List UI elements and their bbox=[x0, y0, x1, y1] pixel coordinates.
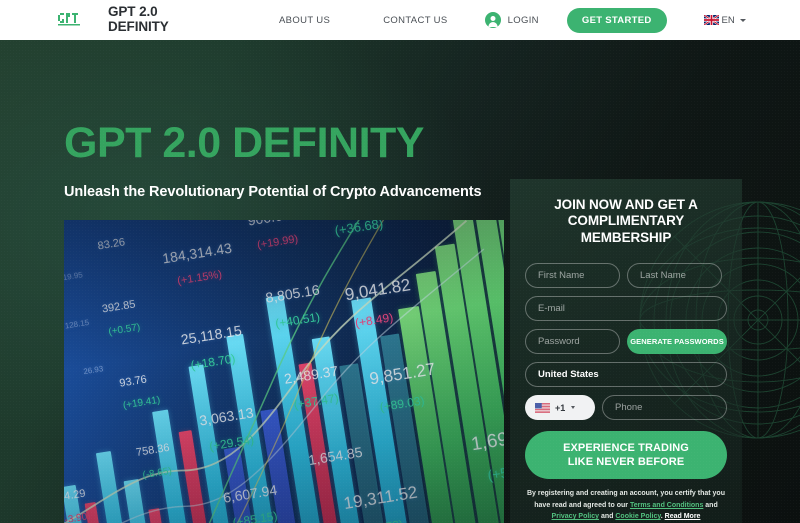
hero-section: GPT 2.0 DEFINITY Unleash the Revolutiona… bbox=[0, 40, 800, 523]
cookie-policy-link[interactable]: Cookie Policy bbox=[615, 513, 660, 520]
nav-about-us[interactable]: ABOUT US bbox=[279, 15, 330, 26]
signup-title: JOIN NOW AND GET A COMPLIMENTARY MEMBERS… bbox=[554, 197, 698, 245]
read-more-link[interactable]: Read More bbox=[665, 513, 701, 520]
country-row bbox=[525, 362, 727, 388]
country-code-select[interactable]: +1 bbox=[525, 395, 595, 421]
phone-row: +1 bbox=[525, 395, 727, 421]
signup-panel: JOIN NOW AND GET A COMPLIMENTARY MEMBERS… bbox=[510, 179, 742, 523]
nav-contact-us[interactable]: CONTACT US bbox=[383, 15, 447, 26]
generate-passwords-button[interactable]: GENERATE PASSWORDS bbox=[627, 329, 727, 355]
terms-and-conditions-link[interactable]: Terms and Conditions bbox=[630, 502, 703, 509]
site-header: GPT 2.0 DEFINITY ABOUT US CONTACT US LOG… bbox=[0, 0, 800, 40]
main-nav: ABOUT US CONTACT US LOGIN GET STARTED EN bbox=[279, 7, 746, 33]
trading-board-photo: 7,412.55 1,184.93 983.21 2,210.08 740.11… bbox=[64, 220, 504, 523]
brand-name: GPT 2.0 DEFINITY bbox=[108, 4, 169, 34]
first-name-input[interactable] bbox=[525, 263, 620, 289]
chevron-down-icon bbox=[571, 406, 576, 410]
password-input[interactable] bbox=[525, 329, 620, 355]
nav-login[interactable]: LOGIN bbox=[484, 12, 539, 28]
legal-line-3-mid: and bbox=[599, 513, 616, 521]
password-row: GENERATE PASSWORDS bbox=[525, 329, 727, 355]
chevron-down-icon bbox=[739, 18, 746, 22]
brand[interactable]: GPT 2.0 DEFINITY bbox=[58, 4, 186, 35]
page-subtitle: Unleash the Revolutionary Potential of C… bbox=[64, 184, 482, 200]
user-circle-icon bbox=[484, 12, 501, 28]
uk-flag-icon bbox=[703, 15, 719, 25]
page-title: GPT 2.0 DEFINITY bbox=[64, 119, 424, 167]
phone-input[interactable] bbox=[602, 395, 727, 421]
language-label: EN bbox=[721, 14, 735, 26]
country-input[interactable] bbox=[525, 362, 727, 388]
last-name-input[interactable] bbox=[627, 263, 722, 289]
country-code-label: +1 bbox=[555, 402, 566, 413]
language-selector[interactable]: EN bbox=[703, 14, 746, 26]
privacy-policy-link[interactable]: Privacy Policy bbox=[552, 513, 599, 520]
legal-line-1: By registering and creating an account, … bbox=[527, 490, 725, 498]
name-row bbox=[525, 263, 727, 289]
email-input[interactable] bbox=[525, 296, 727, 322]
get-started-button[interactable]: GET STARTED bbox=[566, 7, 667, 33]
experience-trading-cta-button[interactable]: EXPERIENCE TRADING LIKE NEVER BEFORE bbox=[525, 431, 727, 480]
gpt-pixel-logo-icon bbox=[58, 12, 80, 28]
legal-line-2-a: have read and agreed to our bbox=[534, 501, 630, 509]
cta-line-1: EXPERIENCE TRADING bbox=[563, 442, 689, 455]
email-row bbox=[525, 296, 727, 322]
nav-login-label: LOGIN bbox=[507, 14, 539, 26]
legal-line-2-b: and bbox=[703, 501, 718, 509]
us-flag-icon bbox=[535, 402, 550, 413]
cta-line-2: LIKE NEVER BEFORE bbox=[567, 456, 685, 469]
legal-disclaimer: By registering and creating an account, … bbox=[525, 488, 727, 522]
